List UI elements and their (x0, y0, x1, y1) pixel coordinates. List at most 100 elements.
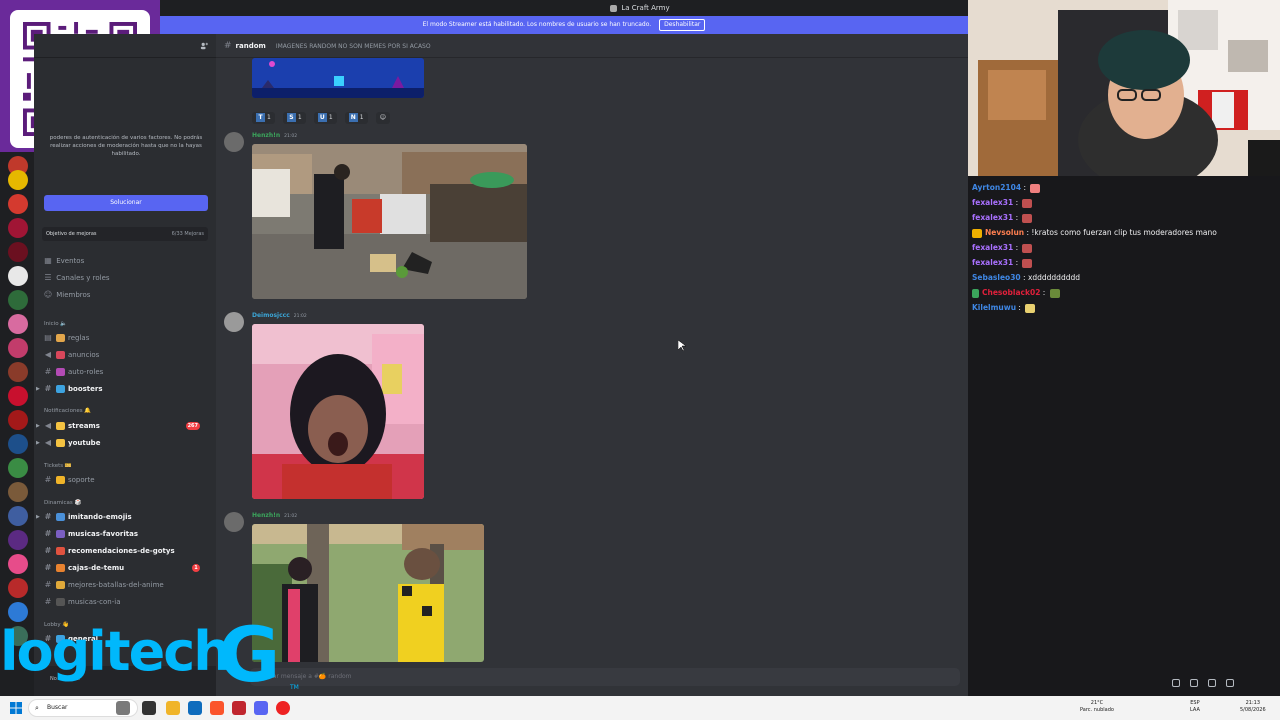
clock[interactable]: 21:13 5/08/2026 (1240, 700, 1266, 714)
server-icon[interactable] (8, 482, 28, 502)
brave-browser-icon[interactable] (210, 701, 224, 715)
sticker-icon[interactable] (1208, 679, 1216, 687)
server-icon[interactable] (8, 266, 28, 286)
reaction[interactable]: S1 (282, 112, 306, 124)
hash-icon: # (44, 597, 52, 606)
message-image[interactable] (252, 324, 424, 499)
avatar[interactable] (224, 132, 244, 152)
chat-username[interactable]: Chesoblack02 (982, 288, 1040, 297)
taskbar-app-icon[interactable] (188, 701, 202, 715)
discord-taskbar-icon[interactable] (254, 701, 268, 715)
webcam-overlay (968, 0, 1280, 176)
add-reaction-icon[interactable]: ☺ (375, 112, 390, 124)
channel-recomendaciones[interactable]: # recomendaciones-de-gotys (42, 544, 175, 558)
taskbar-app-icon[interactable] (116, 701, 130, 715)
emoji-icon[interactable] (1226, 679, 1234, 687)
channel-auto-roles-label: auto-roles (68, 368, 104, 376)
server-icon[interactable] (8, 554, 28, 574)
channel-reglas[interactable]: ▤ reglas (42, 331, 89, 345)
category-tickets[interactable]: Tickets 🎫 (44, 461, 72, 471)
chat-username[interactable]: Nevsolun (985, 228, 1024, 237)
channel-cajas-de-temu[interactable]: # cajas-de-temu 1 (42, 561, 208, 575)
channel-anuncios[interactable]: ◀ anuncios (42, 348, 99, 362)
category-inicio[interactable]: Inicio 🔈 (44, 319, 67, 329)
server-header (34, 34, 216, 58)
gift-icon[interactable] (1172, 679, 1180, 687)
channel-youtube[interactable]: ▶ ◀ youtube (36, 436, 100, 450)
server-icon[interactable] (8, 506, 28, 526)
channel-streams-label: streams (68, 422, 100, 430)
channel-soporte[interactable]: # soporte (42, 473, 95, 487)
server-icon[interactable] (8, 626, 28, 646)
avatar[interactable] (224, 512, 244, 532)
chat-username[interactable]: fexalex31 (972, 258, 1013, 267)
channel-auto-roles[interactable]: # auto-roles (42, 365, 103, 379)
taskbar-app-icon[interactable] (142, 701, 156, 715)
members-icon: ☺ (43, 290, 53, 299)
avatar[interactable] (224, 312, 244, 332)
fix-button[interactable]: Solucionar (44, 195, 208, 211)
nav-events[interactable]: ▦ Eventos (42, 254, 84, 268)
server-icon[interactable] (8, 170, 28, 190)
language-indicator[interactable]: ESP LAA (1190, 700, 1200, 714)
reaction[interactable]: T1 (252, 112, 275, 124)
channel-streams[interactable]: ▶ ◀ streams 267 (36, 419, 208, 433)
emote-icon (1022, 258, 1033, 268)
server-icon[interactable] (8, 314, 28, 334)
server-icon[interactable] (8, 410, 28, 430)
channel-mejores-batallas[interactable]: # mejores-batallas-del-anime (42, 578, 164, 592)
server-icon[interactable] (8, 362, 28, 382)
message-image[interactable] (252, 58, 424, 98)
chat-username[interactable]: Ayrton2104 (972, 183, 1021, 192)
server-icon[interactable] (8, 338, 28, 358)
channel-musicas-con-ia[interactable]: # musicas-con-ia (42, 595, 121, 609)
message-author[interactable]: Henzh!n 21:02 (252, 512, 297, 519)
message-image[interactable] (252, 524, 484, 662)
server-icon[interactable] (8, 218, 28, 238)
reaction[interactable]: U1 (313, 112, 337, 124)
chat-username[interactable]: fexalex31 (972, 243, 1013, 252)
server-icon[interactable] (8, 602, 28, 622)
gif-icon[interactable] (1190, 679, 1198, 687)
user-status: No molestar (50, 676, 81, 682)
channel-general[interactable]: # general (42, 632, 98, 646)
boost-goal[interactable]: Objetivo de mejoras 6/33 Mejoras (42, 227, 208, 241)
channel-boosters[interactable]: ▶ # boosters (36, 382, 103, 396)
message-author[interactable]: Henzh!n 21:02 (252, 132, 297, 139)
server-icon[interactable] (8, 434, 28, 454)
clock-time: 21:13 (1245, 700, 1261, 706)
category-dinamicas[interactable]: Dinamicas 🎲 (44, 498, 81, 508)
message-author[interactable]: Deimosjccc 21:02 (252, 312, 307, 319)
channel-musicas-favoritas[interactable]: # musicas-favoritas (42, 527, 138, 541)
message-image[interactable] (252, 144, 527, 299)
server-icon[interactable] (8, 578, 28, 598)
chat-message: Chesoblack02 : (972, 287, 1060, 299)
category-notificaciones[interactable]: Notificaciones 🔔 (44, 406, 91, 416)
chat-username[interactable]: Sebasleo30 (972, 273, 1021, 282)
nav-members[interactable]: ☺ Miembros (42, 288, 91, 302)
discord-icon (610, 4, 618, 12)
server-icon[interactable] (8, 530, 28, 550)
file-explorer-icon[interactable] (166, 701, 180, 715)
category-lobby[interactable]: Lobby 👋 (44, 620, 69, 630)
weather-widget[interactable]: 21°C Parc. nublado (1080, 700, 1114, 714)
channel-emoji-icon (56, 635, 65, 643)
server-icon[interactable] (8, 290, 28, 310)
server-icon[interactable] (8, 386, 28, 406)
add-member-icon[interactable] (200, 42, 208, 50)
taskbar-app-icon[interactable] (276, 701, 290, 715)
chat-username[interactable]: fexalex31 (972, 198, 1013, 207)
nav-channels-roles[interactable]: ☰ Canales y roles (42, 271, 109, 285)
channel-imitando-emojis[interactable]: ▶ # imitando-emojis (36, 510, 132, 524)
disable-streamer-button[interactable]: Deshabilitar (659, 19, 706, 31)
server-icon[interactable] (8, 194, 28, 214)
reaction[interactable]: N1 (344, 112, 368, 124)
taskbar-app-icon[interactable] (232, 701, 246, 715)
chat-username[interactable]: Kilelmuwu (972, 303, 1016, 312)
server-icon[interactable] (8, 458, 28, 478)
chat-username[interactable]: fexalex31 (972, 213, 1013, 222)
server-icon[interactable] (8, 242, 28, 262)
channel-header: # random IMAGENES RANDOM NO SON MEMES POR … (216, 34, 968, 58)
windows-start-icon[interactable] (10, 702, 22, 714)
message-input[interactable]: Enviar mensaje a #🍊 random (250, 668, 960, 686)
